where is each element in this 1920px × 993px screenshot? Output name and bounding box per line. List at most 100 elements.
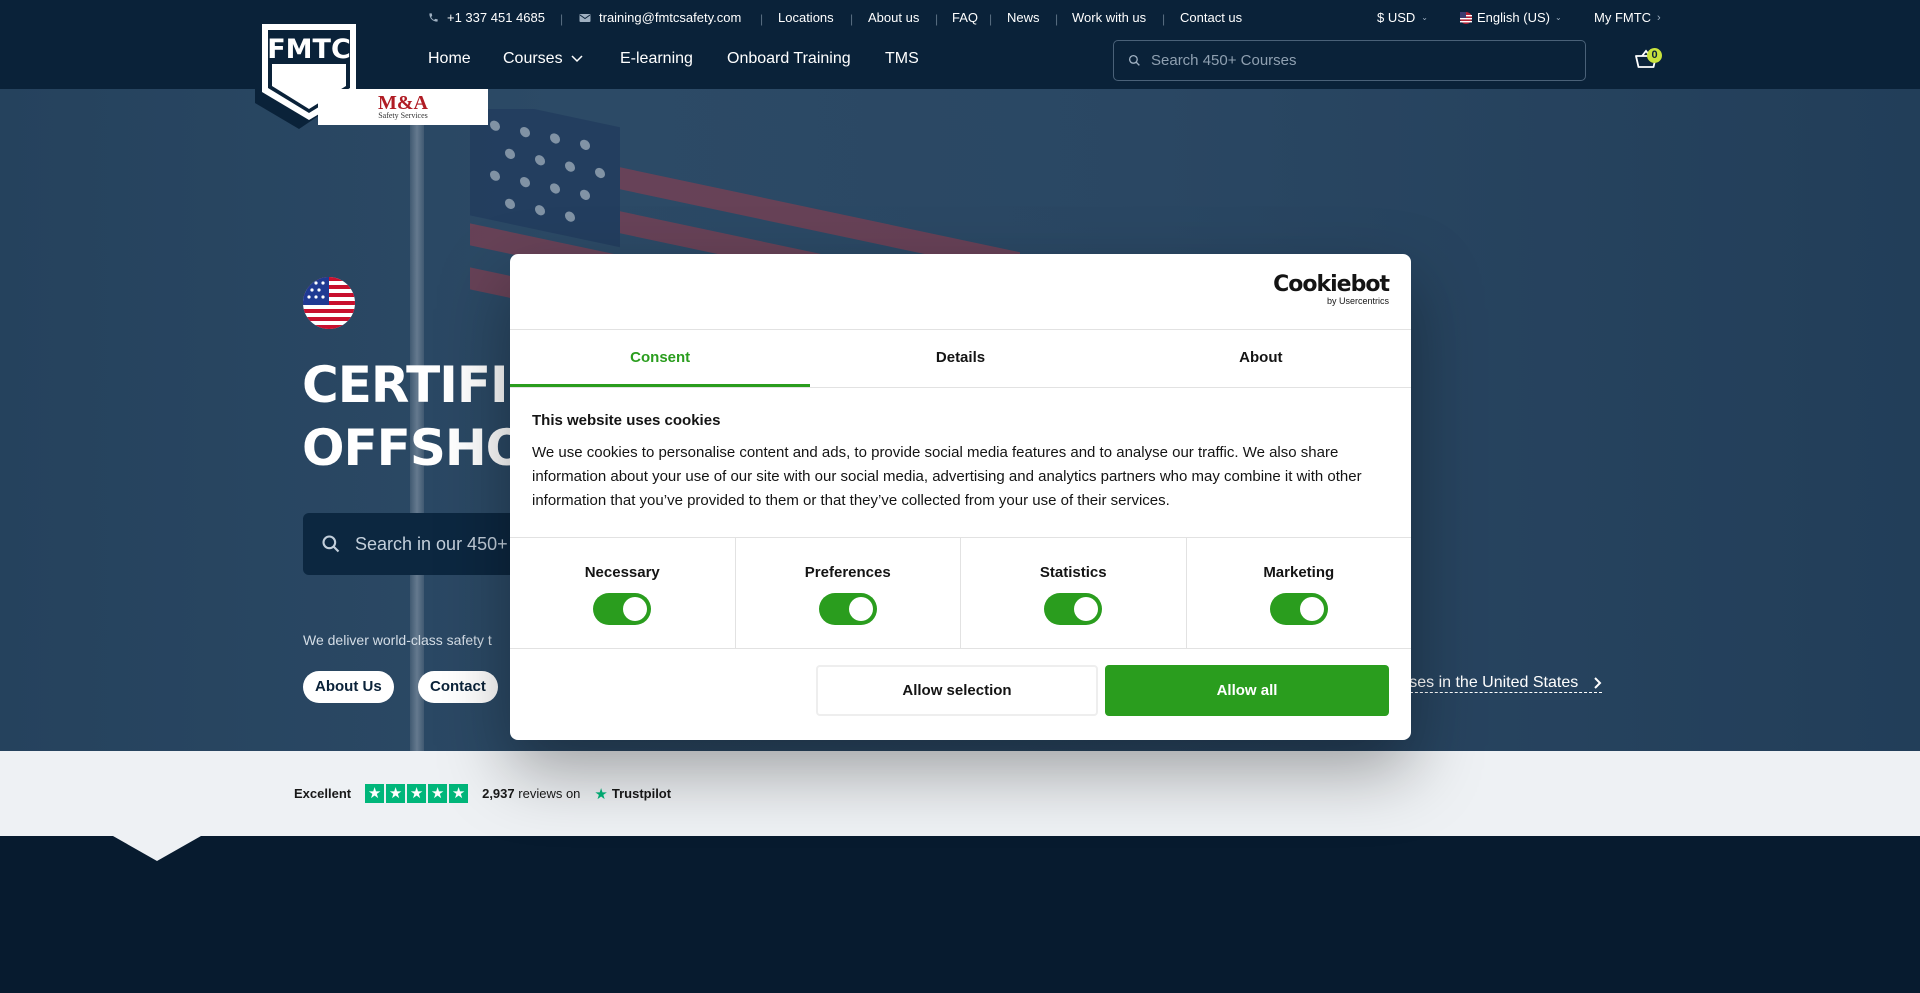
tab-about[interactable]: About [1111, 330, 1411, 387]
divider: | [760, 12, 764, 26]
nav-label: E-learning [620, 50, 693, 67]
category-label: Preferences [804, 564, 891, 581]
topbar-link-about[interactable]: About us [868, 10, 919, 25]
chevron-down-icon: ⌄ [1554, 13, 1562, 22]
dialog-heading: This website uses cookies [532, 412, 721, 429]
phone-icon [429, 13, 438, 22]
tab-consent[interactable]: Consent [510, 330, 811, 387]
star-rating: ★ ★ ★ ★ ★ [365, 784, 469, 803]
courses-link-label: urses in the United States [1395, 674, 1579, 691]
necessary-toggle[interactable] [593, 593, 652, 625]
trustpilot-logo: ★ Trustpilot [594, 785, 671, 803]
partner-logo: M&A Safety Services [318, 89, 488, 125]
nav-elearning[interactable]: E-learning [620, 50, 693, 68]
about-us-button[interactable]: About Us [303, 671, 394, 703]
divider: | [560, 12, 564, 26]
divider: | [1055, 12, 1059, 26]
nav-label: Home [428, 50, 471, 67]
rating-word: Excellent [294, 786, 352, 801]
category-label: Statistics [1039, 564, 1107, 581]
chevron-down-icon [571, 55, 583, 63]
nav-onboard-training[interactable]: Onboard Training [727, 50, 851, 68]
divider: | [989, 12, 993, 26]
dialog-actions: Allow selection Allow all [510, 649, 1411, 740]
link-label: Locations [778, 10, 834, 25]
link-label: About us [868, 10, 920, 25]
language-label: English (US) [1477, 10, 1550, 25]
courses-in-us-link[interactable]: urses in the United States [1395, 674, 1603, 693]
category-label: Marketing [1263, 564, 1335, 581]
my-account-link[interactable]: My FMTC › [1594, 10, 1661, 25]
trustpilot-strip: Excellent ★ ★ ★ ★ ★ 2,937 reviews on ★ T… [0, 751, 1920, 836]
category-necessary: Necessary [510, 538, 736, 648]
category-label: Necessary [584, 564, 660, 581]
nav-home[interactable]: Home [428, 50, 471, 68]
star-icon: ★ [449, 784, 469, 803]
tab-details[interactable]: Details [810, 330, 1110, 387]
category-preferences: Preferences [736, 538, 961, 648]
us-flag-icon [1460, 11, 1472, 24]
phone-link[interactable]: +1 337 451 4685 [428, 10, 545, 25]
phone-text: +1 337 451 4685 [447, 10, 545, 25]
nav-tms[interactable]: TMS [885, 50, 919, 68]
trustpilot-brand: Trustpilot [611, 786, 672, 801]
nav-label: Onboard Training [727, 50, 851, 67]
search-icon [1128, 54, 1140, 66]
nav-label: Courses [503, 50, 563, 67]
nav-label: TMS [885, 50, 919, 67]
header-search[interactable] [1113, 40, 1586, 81]
dialog-tabs: Consent Details About [510, 330, 1411, 388]
mail-icon [579, 13, 591, 22]
currency-selector[interactable]: $ USD ⌄ [1377, 10, 1428, 25]
hero-search-placeholder: Search in our 450+ [355, 533, 508, 554]
account-label: My FMTC [1594, 10, 1652, 25]
search-icon [322, 535, 340, 553]
dialog-description: We use cookies to personalise content an… [532, 444, 1362, 509]
email-link[interactable]: training@fmtcsafety.com [579, 10, 741, 25]
cookiebot-brand: Cookiebot [1273, 272, 1390, 297]
marketing-toggle[interactable] [1269, 593, 1328, 625]
cookie-category-toggles: Necessary Preferences Statistics Marketi… [510, 537, 1411, 649]
topbar-link-news[interactable]: News [1007, 10, 1040, 25]
cookiebot-brand-sub: by Usercentrics [1326, 296, 1389, 306]
cookiebot-logo[interactable]: Cookiebot by Usercentrics [1273, 272, 1390, 307]
star-icon: ★ [428, 784, 448, 803]
divider: | [850, 12, 854, 26]
nav-courses[interactable]: Courses [503, 50, 583, 68]
link-label: Contact us [1180, 10, 1243, 25]
divider: | [935, 12, 939, 26]
star-icon: ★ [365, 784, 385, 803]
topbar-link-contact[interactable]: Contact us [1180, 10, 1242, 25]
allow-selection-button[interactable]: Allow selection [816, 665, 1098, 716]
statistics-toggle[interactable] [1044, 593, 1103, 625]
contact-button[interactable]: Contact [418, 671, 498, 703]
review-summary: 2,937 reviews on [482, 786, 580, 801]
category-statistics: Statistics [961, 538, 1187, 648]
partner-logo-sub: Safety Services [378, 110, 428, 120]
topbar-link-faq[interactable]: FAQ [952, 10, 978, 25]
review-count: 2,937 [482, 786, 515, 801]
allow-all-button[interactable]: Allow all [1105, 665, 1389, 716]
currency-label: $ USD [1377, 10, 1416, 25]
category-marketing: Marketing [1187, 538, 1412, 648]
dialog-body: This website uses cookies We use cookies… [510, 388, 1411, 537]
topbar-link-work[interactable]: Work with us [1072, 10, 1146, 25]
chevron-right-icon: › [1657, 11, 1661, 24]
topbar-link-locations[interactable]: Locations [778, 10, 834, 25]
preferences-toggle[interactable] [818, 593, 877, 625]
link-label: Work with us [1072, 10, 1147, 25]
trustpilot-star-icon: ★ [594, 785, 608, 803]
language-selector[interactable]: English (US) ⌄ [1460, 10, 1562, 25]
email-text: training@fmtcsafety.com [599, 10, 742, 25]
dialog-header: Cookiebot by Usercentrics [510, 254, 1411, 330]
trustpilot-widget[interactable]: Excellent ★ ★ ★ ★ ★ 2,937 reviews on ★ T… [294, 784, 671, 803]
chevron-down-icon: ⌄ [1421, 13, 1428, 22]
link-label: FAQ [952, 10, 979, 25]
search-input[interactable] [1151, 52, 1551, 69]
cart-count-badge: 0 [1647, 48, 1662, 63]
cookie-consent-dialog: Cookiebot by Usercentrics Consent Detail… [510, 254, 1411, 740]
reviews-on-text: reviews on [518, 786, 581, 801]
divider: | [1162, 12, 1166, 26]
chevron-right-icon [1594, 677, 1602, 689]
section-notch [113, 836, 201, 861]
